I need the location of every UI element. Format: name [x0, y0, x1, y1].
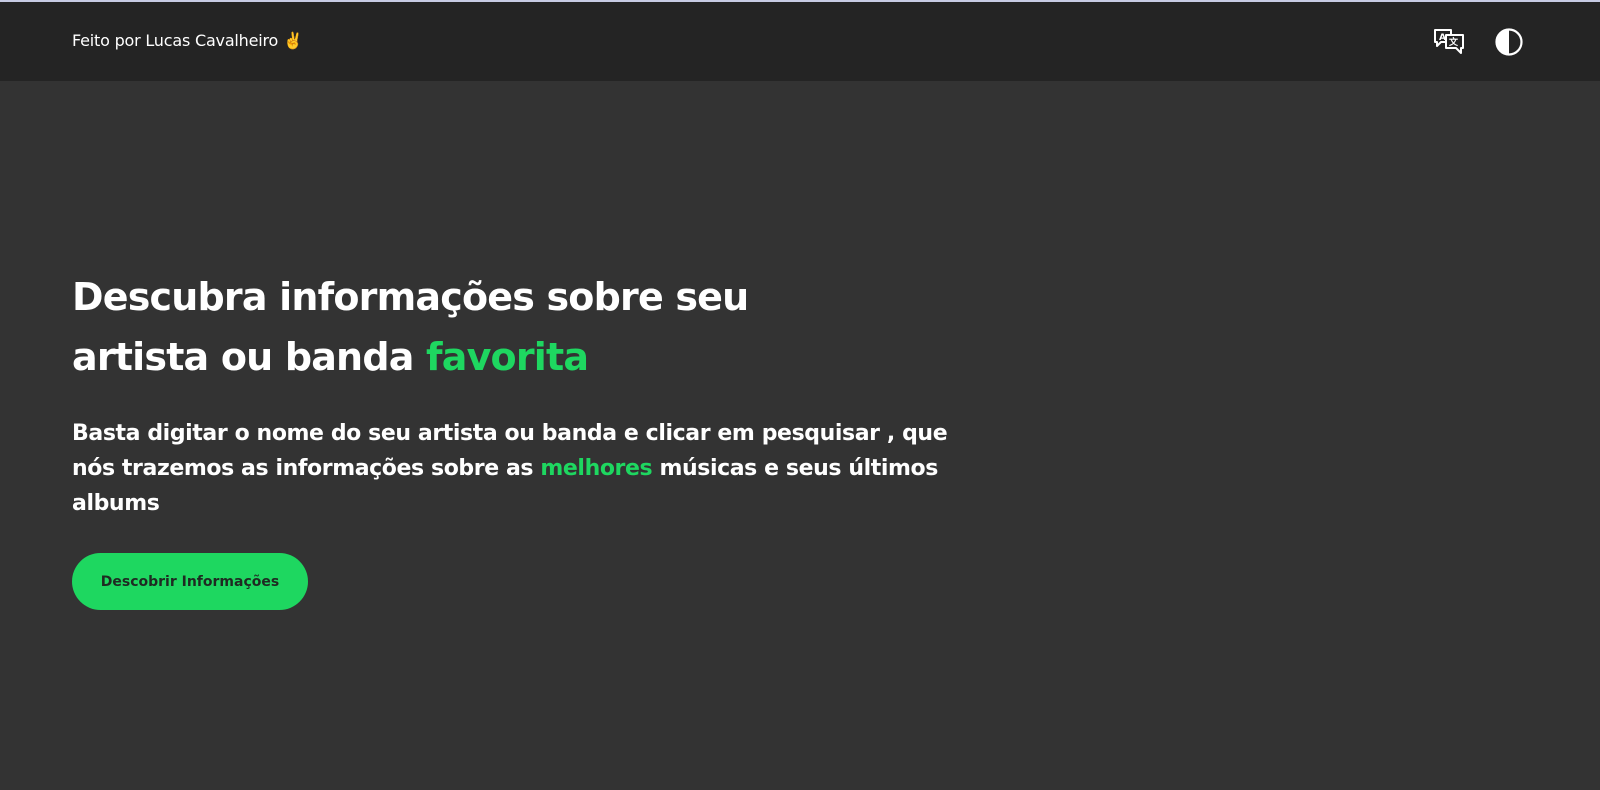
theme-toggle-button[interactable]	[1491, 24, 1527, 60]
hero-description-accent: melhores	[540, 456, 653, 481]
svg-text:A: A	[1439, 33, 1446, 43]
svg-text:文: 文	[1448, 36, 1459, 48]
top-bar: Feito por Lucas Cavalheiro ✌️ A 文	[0, 2, 1600, 81]
discover-info-button[interactable]: Descobrir Informações	[72, 553, 308, 610]
contrast-icon	[1495, 28, 1523, 56]
hero-title-accent: favorita	[426, 335, 589, 379]
hero-section: Descubra informações sobre seu artista o…	[0, 81, 1600, 790]
hero-description: Basta digitar o nome do seu artista ou b…	[72, 416, 972, 521]
hero-title: Descubra informações sobre seu artista o…	[72, 267, 772, 387]
translate-button[interactable]: A 文	[1431, 24, 1467, 60]
translate-icon: A 文	[1434, 29, 1464, 54]
hero-title-main: Descubra informações sobre seu artista o…	[72, 275, 749, 379]
author-credit: Feito por Lucas Cavalheiro ✌️	[72, 31, 303, 50]
